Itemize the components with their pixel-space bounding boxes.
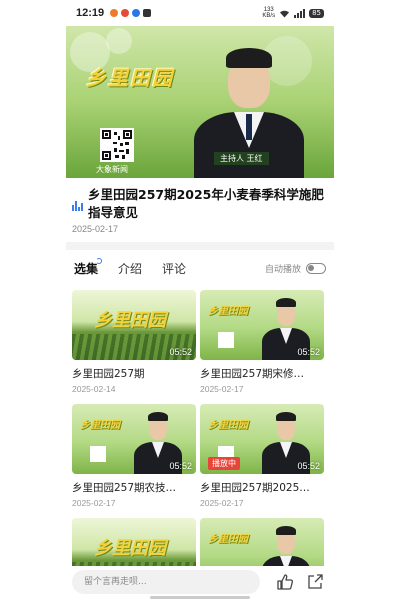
taobao-notification-icon xyxy=(110,9,119,17)
thumb-logo: 乡里田园 xyxy=(208,306,248,317)
episode-date: 2025-02-17 xyxy=(72,224,119,234)
app-notification-icon xyxy=(121,9,130,17)
tab-intro[interactable]: 介绍 xyxy=(118,260,142,277)
thumbs-up-icon[interactable] xyxy=(276,573,294,591)
network-speed: 133 KB/s xyxy=(262,7,275,19)
duration-label: 05:52 xyxy=(297,347,320,357)
tab-bar: 选集 介绍 评论 自动播放 xyxy=(66,256,334,282)
duration-label: 05:52 xyxy=(169,461,192,471)
bokeh-light xyxy=(106,28,132,54)
status-right: 133 KB/s 85 xyxy=(262,7,324,19)
episode-thumbnail[interactable]: 乡里田园 05:52 xyxy=(72,404,196,474)
episode-card[interactable]: 乡里田园 05:52 乡里田园257期宋修… 2025-02-17 xyxy=(200,290,324,394)
autoplay-label: 自动播放 xyxy=(264,265,301,275)
autoplay-toggle[interactable] xyxy=(306,263,326,274)
video-player[interactable]: 乡里田园 大象新闻 主持人 王红 xyxy=(66,26,334,178)
episode-title: 乡里田园257期2025年小麦春季科学施肥指导意见 xyxy=(88,187,324,220)
thumb-logo: 乡里田园 xyxy=(94,310,166,331)
thumb-logo: 乡里田园 xyxy=(208,534,248,545)
thumb-qr-code xyxy=(218,332,234,348)
thumb-logo: 乡里田园 xyxy=(94,538,166,559)
message-notification-icon xyxy=(132,9,141,17)
network-speed-unit: KB/s xyxy=(262,13,276,19)
autoplay-control[interactable]: 自动播放 xyxy=(265,262,326,275)
phone-screen: 12:19 133 KB/s 85 乡里田园 大象新闻 主持人 王红 乡里田园2… xyxy=(66,0,334,600)
app-badge-icon xyxy=(143,9,152,17)
program-logo: 乡里田园 xyxy=(86,66,174,90)
episode-card-title: 乡里田园257期农技… xyxy=(72,482,177,494)
refresh-dot-icon xyxy=(96,258,102,264)
episode-thumbnail[interactable]: 乡里田园 05:52 xyxy=(200,290,324,360)
tab-comments[interactable]: 评论 xyxy=(162,260,186,277)
duration-label: 05:52 xyxy=(297,461,320,471)
duration-label: 05:52 xyxy=(169,347,192,357)
episode-thumbnail[interactable]: 乡里田园 播放中 05:52 xyxy=(200,404,324,474)
episode-card-title: 乡里田园257期 xyxy=(72,368,145,380)
qr-caption: 大象新闻 xyxy=(96,165,128,174)
section-divider xyxy=(66,242,334,250)
qr-code xyxy=(100,128,134,162)
episode-card-date: 2025-02-14 xyxy=(72,384,116,394)
episode-card-date: 2025-02-17 xyxy=(200,384,244,394)
home-indicator xyxy=(150,596,250,599)
tab-episodes[interactable]: 选集 xyxy=(74,260,98,277)
thumb-qr-code xyxy=(90,446,106,462)
playing-bars-icon xyxy=(72,199,84,211)
bottom-action-bar: 留个言再走呗... xyxy=(66,566,334,600)
battery-indicator: 85 xyxy=(309,8,324,18)
comment-input[interactable]: 留个言再走呗... xyxy=(72,570,260,594)
wifi-icon xyxy=(280,10,290,17)
episode-card-date: 2025-02-17 xyxy=(72,498,116,508)
episode-card[interactable]: 乡里田园 05:52 乡里田园257期农技… 2025-02-17 xyxy=(72,404,196,508)
status-bar: 12:19 133 KB/s 85 xyxy=(66,0,334,26)
episode-card-title: 乡里田园257期宋修… xyxy=(200,368,305,380)
episode-header: 乡里田园257期2025年小麦春季科学施肥指导意见 2025-02-17 xyxy=(66,178,334,242)
anchor-name-tag: 主持人 王红 xyxy=(214,152,269,165)
episode-card-date: 2025-02-17 xyxy=(200,498,244,508)
status-time: 12:19 xyxy=(76,7,105,19)
now-playing-badge: 播放中 xyxy=(208,457,240,470)
episode-card[interactable]: 乡里田园 05:52 乡里田园257期 2025-02-14 xyxy=(72,290,196,394)
thumb-logo: 乡里田园 xyxy=(208,420,248,431)
signal-icon xyxy=(294,8,306,18)
share-icon[interactable] xyxy=(306,573,324,591)
thumb-logo: 乡里田园 xyxy=(80,420,120,431)
episode-card[interactable]: 乡里田园 播放中 05:52 乡里田园257期2025… 2025-02-17 xyxy=(200,404,324,508)
episode-thumbnail[interactable]: 乡里田园 05:52 xyxy=(72,290,196,360)
episode-card-title: 乡里田园257期2025… xyxy=(200,482,310,494)
